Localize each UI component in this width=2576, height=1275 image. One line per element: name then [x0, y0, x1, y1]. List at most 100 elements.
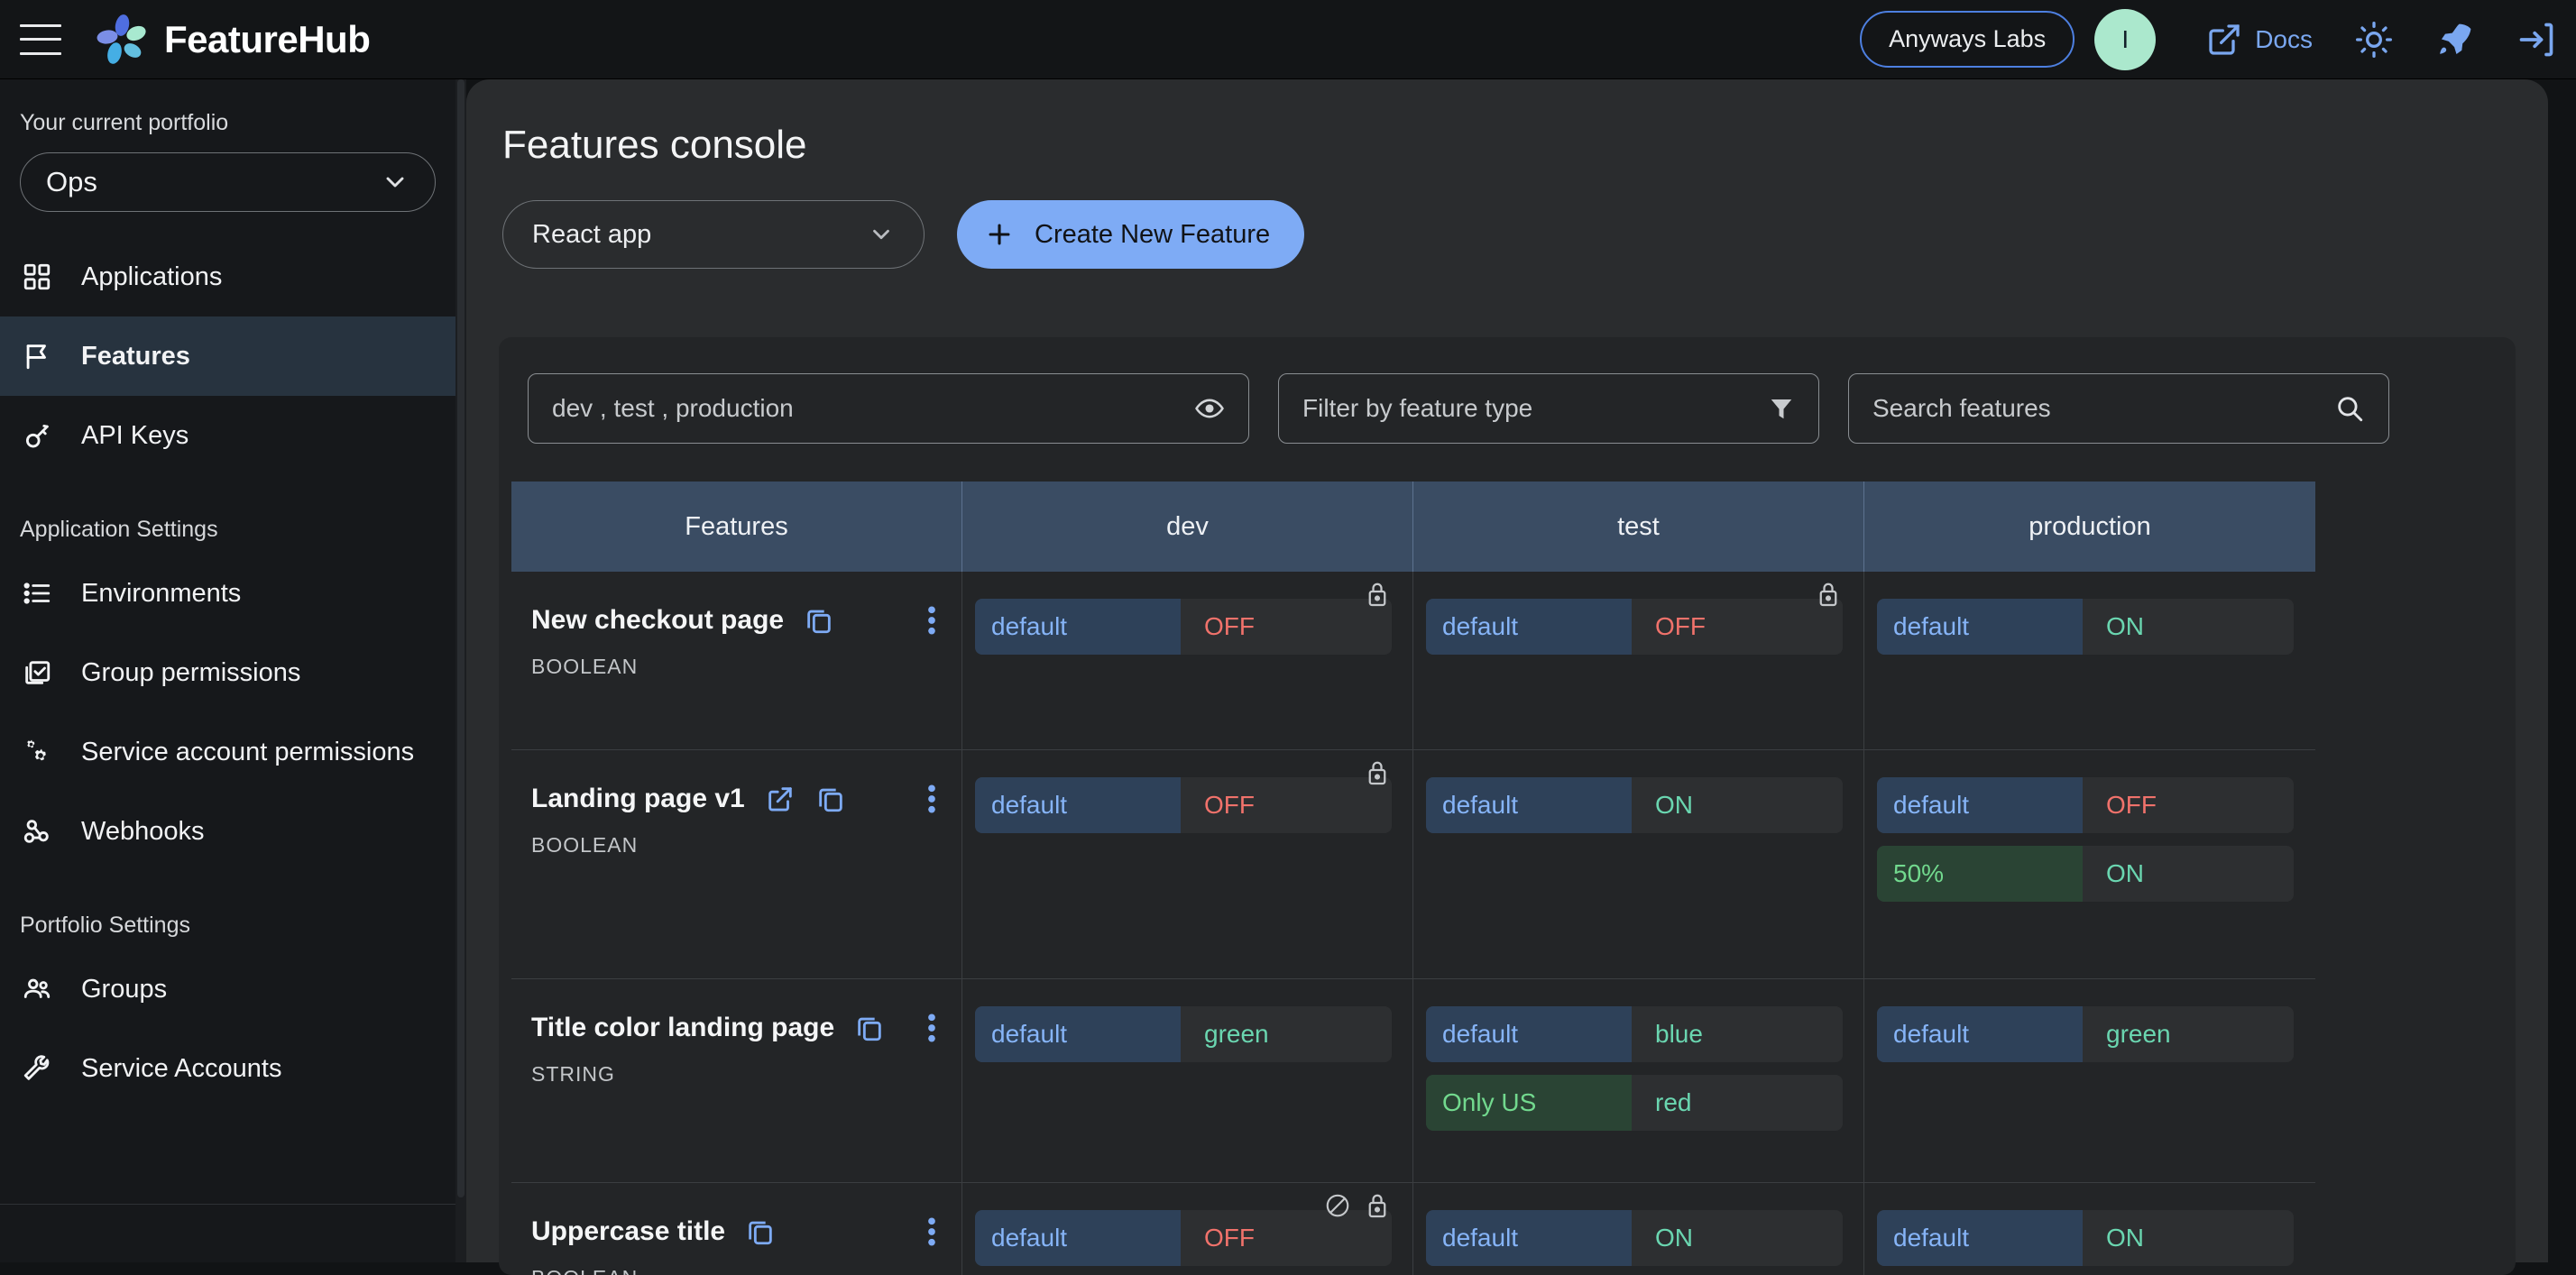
more-vertical-icon[interactable]: [927, 1214, 936, 1250]
strategy-chip: default: [1426, 1210, 1632, 1266]
feature-value-row[interactable]: default ON: [1877, 599, 2294, 655]
env-flags: [1366, 759, 1389, 786]
strategy-chip: default: [1877, 1210, 2083, 1266]
feature-value-row[interactable]: default ON: [1426, 777, 1843, 833]
sidebar-item-label: Groups: [81, 974, 168, 1004]
env-cell-test[interactable]: default ON: [1413, 1183, 1864, 1275]
sidebar-item-api-keys[interactable]: API Keys: [0, 396, 455, 475]
copy-icon[interactable]: [854, 1013, 885, 1043]
main-content: Features console React app Create New Fe…: [466, 79, 2548, 1275]
env-flags: [1324, 1192, 1389, 1219]
sidebar-item-service-account-permissions[interactable]: Service account permissions: [0, 712, 455, 792]
sidebar-scrollbar[interactable]: [455, 79, 466, 1262]
sidebar-item-features[interactable]: Features: [0, 316, 455, 396]
funnel-icon[interactable]: [1768, 395, 1795, 422]
docs-link[interactable]: Docs: [2206, 22, 2313, 58]
feature-value: ON: [2106, 1224, 2144, 1252]
strategy-chip: default: [1426, 777, 1632, 833]
env-flags: [1366, 581, 1389, 608]
lock-icon[interactable]: [1366, 1192, 1389, 1219]
feature-value-row[interactable]: default OFF: [1426, 599, 1843, 655]
feature-type-filter[interactable]: Filter by feature type: [1278, 373, 1819, 444]
avatar[interactable]: I: [2094, 8, 2157, 70]
feature-value-row[interactable]: default OFF: [975, 599, 1392, 655]
strategy-chip: default: [975, 1006, 1181, 1062]
env-cell-test[interactable]: default ON: [1413, 750, 1864, 978]
env-cell-production[interactable]: default ON: [1864, 572, 2315, 749]
section-portfolio-settings: Portfolio Settings: [20, 913, 190, 938]
feature-value-row[interactable]: default OFF: [975, 777, 1392, 833]
hamburger-menu-icon[interactable]: [20, 23, 61, 55]
search-icon[interactable]: [2334, 393, 2365, 424]
env-cell-dev[interactable]: default green: [962, 979, 1413, 1182]
sidebar-item-label: Applications: [81, 261, 223, 291]
sidebar: Your current portfolio Ops Applications …: [0, 79, 455, 1262]
env-cell-dev[interactable]: default OFF: [962, 750, 1413, 978]
feature-value-row[interactable]: default green: [975, 1006, 1392, 1062]
feature-type: STRING: [531, 1062, 615, 1086]
feature-value-row[interactable]: default OFF: [1877, 777, 2294, 833]
feature-value-row[interactable]: 50% ON: [1877, 846, 2294, 902]
external-link-icon[interactable]: [765, 784, 796, 814]
blocked-icon[interactable]: [1324, 1192, 1351, 1219]
feature-type-filter-placeholder: Filter by feature type: [1302, 394, 1533, 422]
top-bar: FeatureHub Anyways Labs I Docs: [0, 0, 2576, 79]
strategy-chip: default: [1426, 599, 1632, 655]
strategy-chip: Only US: [1426, 1075, 1632, 1131]
more-vertical-icon[interactable]: [927, 602, 936, 638]
feature-value-row[interactable]: default green: [1877, 1006, 2294, 1062]
env-cell-production[interactable]: default OFF 50% ON: [1864, 750, 2315, 978]
feature-value: green: [2106, 1020, 2171, 1048]
sidebar-item-applications[interactable]: Applications: [0, 237, 455, 316]
more-vertical-icon[interactable]: [927, 1010, 936, 1046]
application-select[interactable]: React app: [502, 200, 925, 269]
search-features-placeholder: Search features: [1872, 394, 2051, 422]
sidebar-divider: [0, 1204, 455, 1205]
more-vertical-icon[interactable]: [927, 781, 936, 817]
sun-icon[interactable]: [2354, 20, 2394, 60]
environments-filter[interactable]: dev , test , production: [528, 373, 1249, 444]
env-cell-test[interactable]: default OFF: [1413, 572, 1864, 749]
flag-icon: [20, 339, 54, 373]
sidebar-item-group-permissions[interactable]: Group permissions: [0, 633, 455, 712]
feature-value-row[interactable]: default blue: [1426, 1006, 1843, 1062]
feature-value: green: [1204, 1020, 1269, 1048]
env-cell-test[interactable]: default blue Only US red: [1413, 979, 1864, 1182]
sidebar-item-environments[interactable]: Environments: [0, 554, 455, 633]
sidebar-item-webhooks[interactable]: Webhooks: [0, 792, 455, 871]
copy-icon[interactable]: [745, 1216, 776, 1247]
logout-icon[interactable]: [2516, 20, 2556, 60]
feature-value-row[interactable]: default ON: [1877, 1210, 2294, 1266]
lock-icon[interactable]: [1817, 581, 1840, 608]
section-application-settings: Application Settings: [20, 517, 218, 542]
sidebar-item-service-accounts[interactable]: Service Accounts: [0, 1029, 455, 1108]
feature-value-row[interactable]: Only US red: [1426, 1075, 1843, 1131]
strategy-chip: default: [975, 599, 1181, 655]
search-features-input[interactable]: Search features: [1848, 373, 2389, 444]
feature-value-row[interactable]: default ON: [1426, 1210, 1843, 1266]
copy-icon[interactable]: [815, 784, 846, 814]
lock-icon[interactable]: [1366, 581, 1389, 608]
env-cell-dev[interactable]: default OFF: [962, 572, 1413, 749]
env-cell-production[interactable]: default green: [1864, 979, 2315, 1182]
webhook-icon: [20, 814, 54, 848]
env-cell-production[interactable]: default ON: [1864, 1183, 2315, 1275]
rocket-icon[interactable]: [2435, 20, 2475, 60]
copy-icon[interactable]: [804, 605, 834, 636]
brand-name: FeatureHub: [164, 17, 371, 60]
organization-button[interactable]: Anyways Labs: [1860, 11, 2075, 68]
column-header-features: Features: [511, 482, 962, 572]
application-select-value: React app: [532, 219, 652, 249]
table-row: Title color landing page STRING default …: [511, 979, 2315, 1183]
wrench-icon: [20, 1051, 54, 1086]
sidebar-scrollbar-thumb[interactable]: [457, 79, 465, 1197]
create-new-feature-button[interactable]: Create New Feature: [957, 200, 1305, 269]
lock-icon[interactable]: [1366, 759, 1389, 786]
table-header-row: Features dev test production: [511, 482, 2315, 572]
eye-icon[interactable]: [1194, 393, 1225, 424]
sidebar-item-groups[interactable]: Groups: [0, 949, 455, 1029]
portfolio-select[interactable]: Ops: [20, 152, 436, 212]
env-cell-dev[interactable]: default OFF: [962, 1183, 1413, 1275]
feature-name: Uppercase title: [531, 1216, 726, 1246]
gears-icon: [20, 735, 54, 769]
